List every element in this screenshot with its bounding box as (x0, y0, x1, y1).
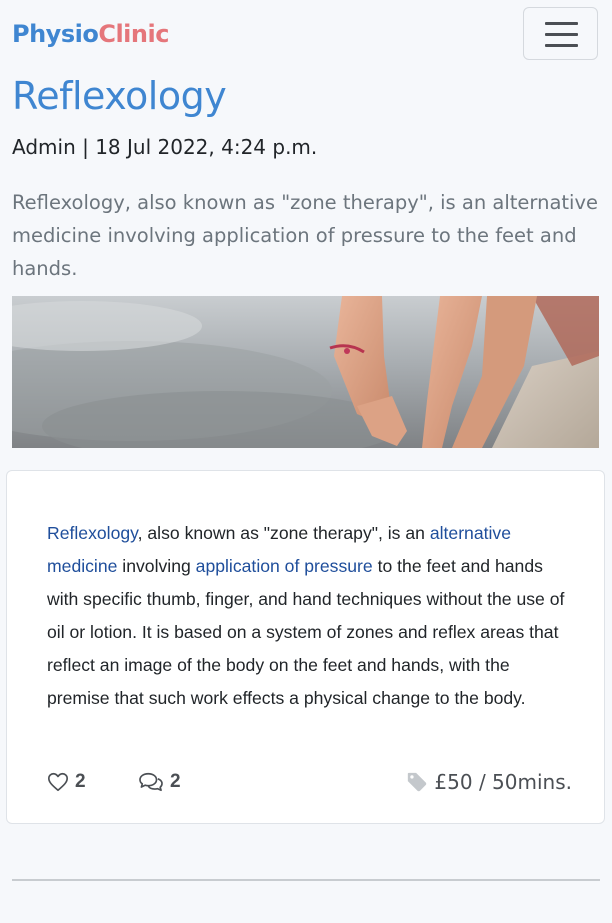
hamburger-menu-icon-bar (545, 44, 578, 47)
comments-icon (139, 772, 163, 792)
link-application-of-pressure[interactable]: application of pressure (196, 556, 373, 576)
heart-icon (48, 772, 68, 792)
brand-part-physio: Physio (12, 20, 99, 48)
body-text: involving (117, 556, 196, 576)
price-text: £50 / 50mins. (434, 770, 572, 794)
body-text: , also known as "zone therapy", is an (137, 523, 430, 543)
post-footer: 2 2 £50 / 50mins. (47, 767, 572, 797)
footer-divider (12, 879, 600, 881)
post-excerpt: Reflexology, also known as "zone therapy… (12, 191, 599, 280)
like-count: 2 (75, 771, 86, 792)
navbar-toggle-button[interactable] (523, 7, 598, 60)
tag-icon (408, 772, 427, 792)
price-info: £50 / 50mins. (406, 767, 572, 797)
like-button[interactable]: 2 (47, 767, 86, 797)
navbar: PhysioClinic (0, 0, 612, 70)
hamburger-menu-icon (545, 22, 578, 25)
post-body: Reflexology, also known as "zone therapy… (47, 517, 567, 715)
hamburger-menu-icon-bar (545, 33, 578, 36)
brand-logo[interactable]: PhysioClinic (12, 18, 169, 50)
hero-image (12, 296, 599, 448)
comment-count: 2 (170, 771, 181, 792)
comments-button[interactable]: 2 (138, 767, 181, 797)
body-text: to the feet and hands with specific thum… (47, 556, 565, 708)
post-content-card: Reflexology, also known as "zone therapy… (6, 470, 605, 824)
brand-part-clinic: Clinic (98, 20, 169, 48)
page-title: Reflexology (12, 74, 227, 118)
link-reflexology[interactable]: Reflexology (47, 523, 138, 543)
post-meta: Admin | 18 Jul 2022, 4:24 p.m. (12, 135, 318, 159)
